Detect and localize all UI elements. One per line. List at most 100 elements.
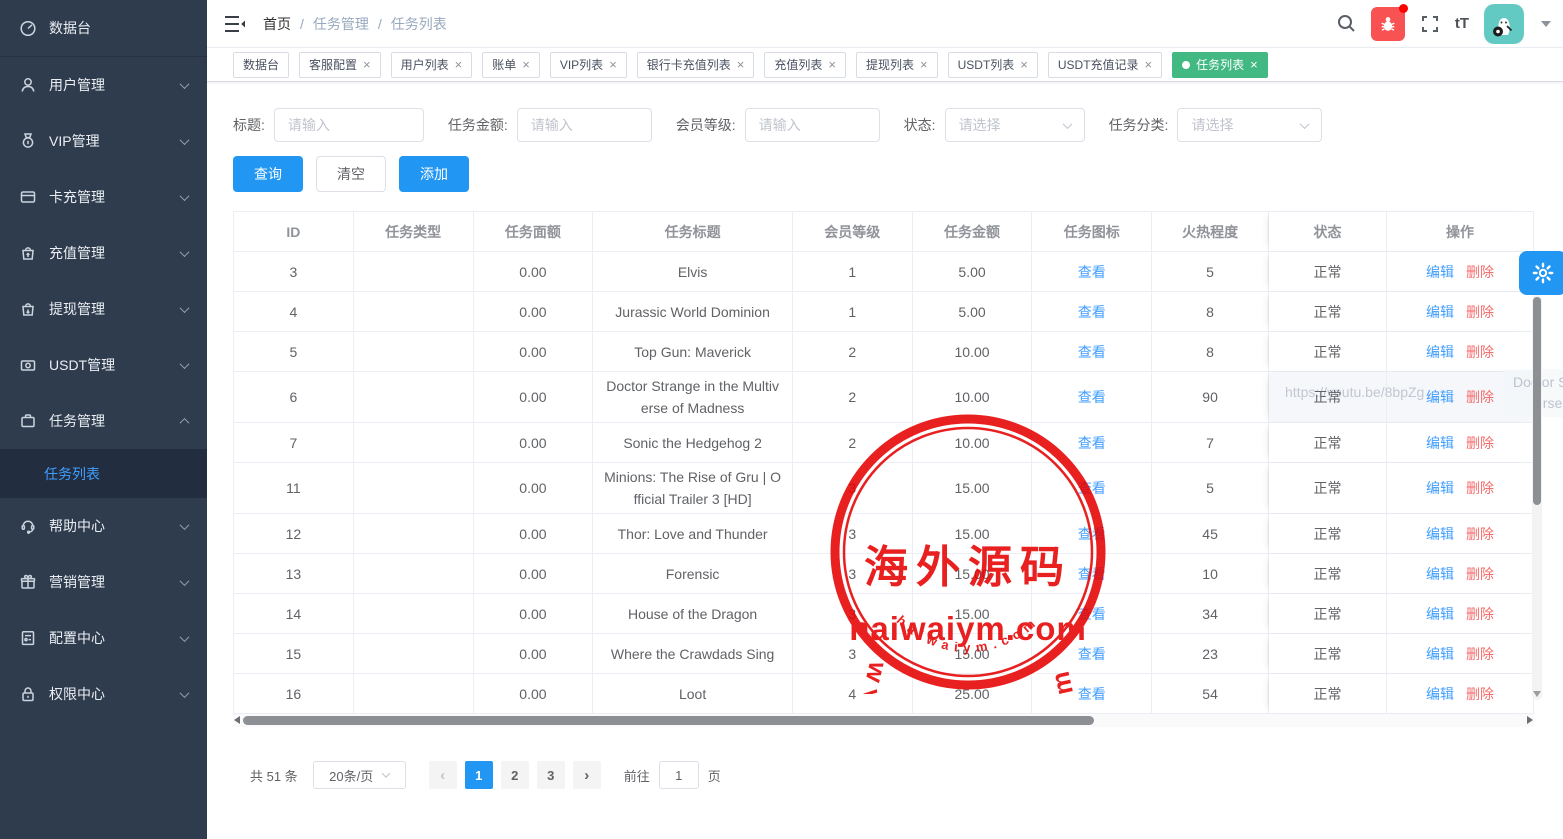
close-icon[interactable]: × [1020,58,1028,71]
user-dropdown-caret-icon[interactable] [1541,21,1551,27]
view-link[interactable]: 查看 [1078,523,1106,545]
tab[interactable]: VIP列表× [550,52,627,78]
sidebar-collapse-icon[interactable] [224,15,246,33]
sidebar-item[interactable]: 卡充管理 [0,169,207,225]
add-button[interactable]: 添加 [399,156,469,192]
view-link[interactable]: 查看 [1078,301,1106,323]
breadcrumb-home[interactable]: 首页 [263,14,291,34]
edit-link[interactable]: 编辑 [1426,563,1454,585]
sidebar-item[interactable]: 任务管理 [0,393,207,449]
tab[interactable]: 充值列表× [764,52,846,78]
tab[interactable]: USDT充值记录× [1048,52,1162,78]
sidebar-item[interactable]: 配置中心 [0,610,207,666]
tab[interactable]: 账单× [482,52,540,78]
delete-link[interactable]: 删除 [1466,341,1494,363]
page-button[interactable]: 2 [501,761,529,789]
view-link[interactable]: 查看 [1078,341,1106,363]
view-link[interactable]: 查看 [1078,261,1106,283]
next-page-button[interactable]: › [573,761,601,789]
delete-link[interactable]: 删除 [1466,603,1494,625]
sidebar-item[interactable]: VIP管理 [0,113,207,169]
edit-link[interactable]: 编辑 [1426,301,1454,323]
close-icon[interactable]: × [737,58,745,71]
close-icon[interactable]: × [1250,58,1258,71]
sidebar-subitem[interactable]: 任务列表 [0,449,207,498]
scroll-left-arrow-icon[interactable] [234,716,240,724]
sidebar-item[interactable]: USDT管理 [0,337,207,393]
tab-active[interactable]: 任务列表× [1172,52,1268,78]
delete-link[interactable]: 删除 [1466,477,1494,499]
search-button[interactable]: 查询 [233,156,303,192]
avatar[interactable] [1484,4,1524,44]
close-icon[interactable]: × [522,58,530,71]
tab[interactable]: 提现列表× [856,52,938,78]
member-level-input[interactable] [745,108,880,142]
view-link[interactable]: 查看 [1078,432,1106,454]
delete-link[interactable]: 删除 [1466,432,1494,454]
close-icon[interactable]: × [920,58,928,71]
search-icon[interactable] [1337,14,1356,33]
page-button-active[interactable]: 1 [465,761,493,789]
edit-link[interactable]: 编辑 [1426,432,1454,454]
delete-link[interactable]: 删除 [1466,643,1494,665]
delete-link[interactable]: 删除 [1466,683,1494,705]
sidebar-item[interactable]: 帮助中心 [0,498,207,554]
scroll-down-arrow-icon[interactable] [1533,691,1541,697]
vertical-scrollbar[interactable] [1532,295,1542,700]
view-link[interactable]: 查看 [1078,643,1106,665]
sidebar-item[interactable]: 用户管理 [0,57,207,113]
close-icon[interactable]: × [455,58,463,71]
delete-link[interactable]: 删除 [1466,261,1494,283]
horizontal-scrollbar[interactable] [233,714,1534,727]
vertical-scrollbar-thumb[interactable] [1533,297,1541,505]
status-select[interactable]: 请选择 [945,108,1085,142]
page-size-select[interactable]: 20条/页 [313,761,406,789]
horizontal-scrollbar-thumb[interactable] [243,716,1094,725]
close-icon[interactable]: × [1145,58,1153,71]
fullscreen-icon[interactable] [1420,14,1440,34]
close-icon[interactable]: × [363,58,371,71]
font-size-icon[interactable]: tT [1455,15,1469,32]
close-icon[interactable]: × [828,58,836,71]
sidebar-item[interactable]: 权限中心 [0,666,207,722]
edit-link[interactable]: 编辑 [1426,603,1454,625]
edit-link[interactable]: 编辑 [1426,386,1454,408]
delete-link[interactable]: 删除 [1466,563,1494,585]
tab[interactable]: 数据台 [233,52,289,78]
sidebar-item[interactable]: 充值管理 [0,225,207,281]
tab[interactable]: 用户列表× [391,52,473,78]
clear-button[interactable]: 清空 [316,156,386,192]
sidebar-item[interactable]: 提现管理 [0,281,207,337]
edit-link[interactable]: 编辑 [1426,683,1454,705]
tab[interactable]: 银行卡充值列表× [637,52,755,78]
title-input[interactable] [274,108,424,142]
edit-link[interactable]: 编辑 [1426,261,1454,283]
task-amount-input[interactable] [517,108,652,142]
delete-link[interactable]: 删除 [1466,523,1494,545]
sidebar-item[interactable]: 数据台 [0,0,207,56]
delete-link[interactable]: 删除 [1466,386,1494,408]
prev-page-button[interactable]: ‹ [429,761,457,789]
bug-report-button[interactable] [1371,7,1405,41]
edit-link[interactable]: 编辑 [1426,341,1454,363]
close-icon[interactable]: × [609,58,617,71]
view-link[interactable]: 查看 [1078,386,1106,408]
view-link[interactable]: 查看 [1078,477,1106,499]
goto-page-input[interactable] [659,761,699,789]
page-button[interactable]: 3 [537,761,565,789]
row-actions: 编辑删除 [1426,643,1494,665]
view-link[interactable]: 查看 [1078,683,1106,705]
scroll-right-arrow-icon[interactable] [1527,716,1533,724]
sidebar-item[interactable]: 营销管理 [0,554,207,610]
edit-link[interactable]: 编辑 [1426,643,1454,665]
view-link[interactable]: 查看 [1078,563,1106,585]
edit-link[interactable]: 编辑 [1426,477,1454,499]
settings-gear-button[interactable] [1519,251,1563,295]
tab[interactable]: USDT列表× [948,52,1038,78]
breadcrumb-item[interactable]: 任务管理 [313,14,369,34]
task-category-select[interactable]: 请选择 [1177,108,1322,142]
edit-link[interactable]: 编辑 [1426,523,1454,545]
delete-link[interactable]: 删除 [1466,301,1494,323]
tab[interactable]: 客服配置× [299,52,381,78]
view-link[interactable]: 查看 [1078,603,1106,625]
